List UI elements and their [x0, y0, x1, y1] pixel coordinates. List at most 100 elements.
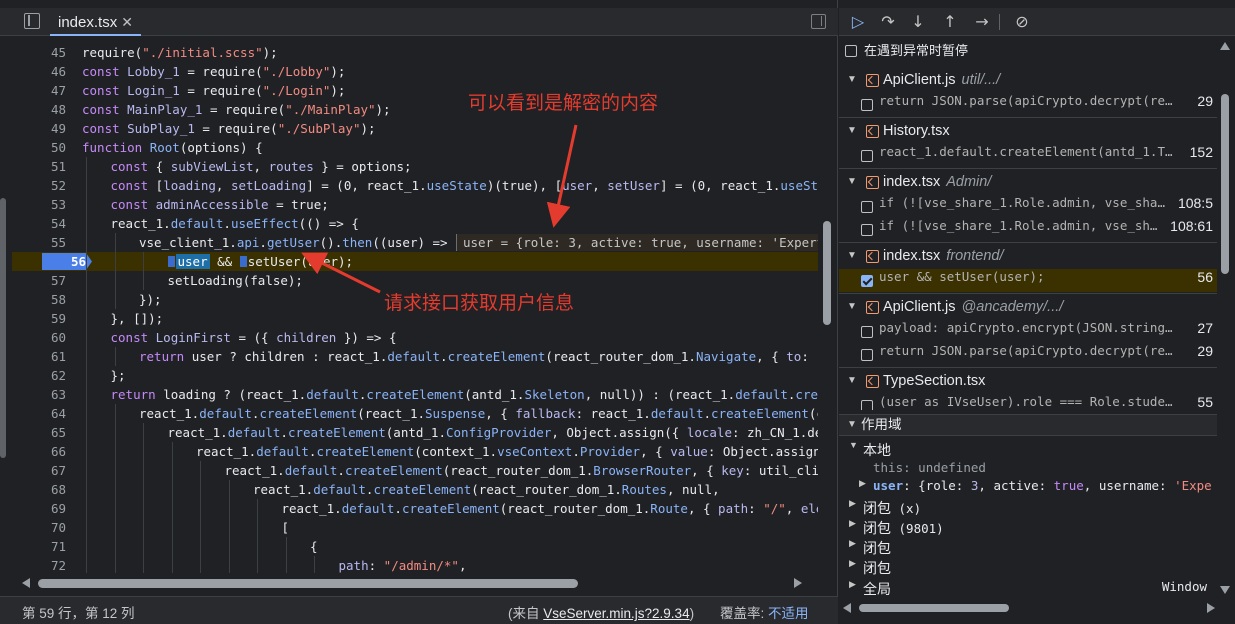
source-file-icon: [866, 74, 879, 87]
scope-section-header[interactable]: ▼ 作用域: [839, 414, 1217, 436]
source-file-icon: [866, 125, 879, 138]
breakpoint-item[interactable]: if (![vse_share_1.Role.admin, vse_sh… 108…: [839, 218, 1217, 241]
scroll-left-icon[interactable]: [843, 603, 851, 613]
breakpoint-line: 152: [1189, 144, 1213, 160]
debugger-vertical-scrollbar[interactable]: [1219, 40, 1231, 600]
scope-closure[interactable]: ▶ 闭包 (9801): [839, 518, 1217, 538]
scope-horizontal-scrollbar[interactable]: [843, 601, 1215, 615]
scope-closure[interactable]: ▶ 闭包: [839, 558, 1217, 578]
scope-global[interactable]: ▶ 全局 Window: [839, 579, 1217, 599]
closure-name: 闭包: [863, 540, 891, 556]
pause-on-exceptions[interactable]: 在遇到异常时暂停: [845, 42, 968, 60]
scope-closure[interactable]: ▶ 闭包 (x): [839, 498, 1217, 518]
var-name: this: [873, 460, 904, 475]
breakpoint-group[interactable]: ▼ TypeSection.tsx: [839, 369, 1217, 393]
scope-var-this[interactable]: this: undefined: [839, 460, 1217, 480]
deactivate-breakpoints-icon[interactable]: ⊘: [1011, 11, 1033, 33]
toolbar-separator: [999, 14, 1000, 30]
closure-detail: (x): [891, 501, 922, 516]
chevron-down-icon: ▼: [847, 419, 857, 430]
breakpoint-file-name: ApiClient.js util/.../: [883, 68, 1000, 92]
scope-local[interactable]: ▼ 本地: [839, 440, 1217, 460]
breakpoint-item[interactable]: payload: apiCrypto.encrypt(JSON.stringif…: [839, 320, 1217, 343]
breakpoint-checkbox[interactable]: [861, 150, 873, 162]
file-name: ApiClient.js: [883, 299, 956, 315]
var-name: user: [873, 478, 904, 493]
breakpoint-checkbox[interactable]: [861, 326, 873, 338]
pause-on-exceptions-label: 在遇到异常时暂停: [864, 43, 969, 58]
source-file-icon: [866, 375, 879, 388]
step-icon[interactable]: →: [971, 11, 993, 33]
var-value-active: true: [1053, 478, 1084, 493]
breakpoint-group[interactable]: ▼ ApiClient.js util/.../: [839, 68, 1217, 92]
breakpoint-item[interactable]: if (![vse_share_1.Role.admin, vse_sha… 10…: [839, 195, 1217, 218]
closure-label: 闭包 (9801): [863, 518, 944, 538]
breakpoint-item[interactable]: return JSON.parse(apiCrypto.decrypt(resp…: [839, 343, 1217, 366]
scrollbar-thumb[interactable]: [859, 604, 1009, 612]
chevron-down-icon: ▼: [847, 176, 857, 187]
scope-closure[interactable]: ▶ 闭包: [839, 538, 1217, 558]
breakpoint-code: user && setUser(user);: [879, 269, 1045, 284]
debugger-toolbar: ▷ ↷ ↓ ↑ → ⊘: [839, 8, 1235, 36]
breakpoint-checkbox[interactable]: [861, 349, 873, 361]
scroll-right-icon[interactable]: [1207, 603, 1215, 613]
breakpoint-group[interactable]: ▼ index.tsx frontend/: [839, 244, 1217, 268]
scroll-down-icon[interactable]: [1220, 586, 1230, 594]
breakpoint-checkbox[interactable]: [861, 99, 873, 111]
breakpoint-line: 108:5: [1177, 195, 1213, 211]
var-value-username: 'Expert_b: [1174, 478, 1213, 493]
breakpoint-code: react_1.default.createElement(antd_1.Ta…: [879, 144, 1173, 159]
breakpoint-checkbox[interactable]: [861, 275, 873, 287]
source-editor-pane: index.tsx ✕ 45 require("./initial.scss"); 4…: [0, 0, 838, 624]
step-out-icon[interactable]: ↑: [939, 11, 961, 33]
breakpoint-line: 55: [1197, 394, 1213, 410]
debugger-sidebar: ▷ ↷ ↓ ↑ → ⊘ 在遇到异常时暂停 ▼ ApiClient.js util/.../ re…: [839, 0, 1235, 624]
breakpoint-item[interactable]: react_1.default.createElement(antd_1.Ta……: [839, 144, 1217, 167]
var-value-part: {role:: [918, 478, 971, 493]
breakpoint-file-name: index.tsx Admin/: [883, 170, 991, 194]
breakpoint-line: 29: [1197, 343, 1213, 359]
user-entry: user: {role: 3, active: true, username: …: [873, 478, 1213, 493]
breakpoint-code: if (![vse_share_1.Role.admin, vse_sha…: [879, 195, 1165, 210]
scope-local-label: 本地: [863, 442, 891, 458]
breakpoint-line: 29: [1197, 93, 1213, 109]
chevron-right-icon: ▶: [849, 579, 856, 589]
breakpoint-line: 108:61: [1170, 218, 1213, 234]
chevron-right-icon: ▶: [849, 498, 856, 508]
breakpoint-checkbox[interactable]: [861, 201, 873, 213]
file-path: Admin/: [946, 174, 992, 190]
file-name: History.tsx: [883, 123, 950, 139]
file-path: util/.../: [961, 72, 1001, 88]
breakpoint-group[interactable]: ▼ index.tsx Admin/: [839, 170, 1217, 194]
scrollbar-thumb[interactable]: [1221, 94, 1229, 274]
pause-on-exceptions-checkbox[interactable]: [845, 45, 857, 57]
chevron-down-icon: ▼: [847, 375, 857, 386]
chevron-right-icon: ▶: [859, 478, 866, 488]
breakpoint-code: return JSON.parse(apiCrypto.decrypt(resp…: [879, 343, 1173, 358]
breakpoint-item[interactable]: return JSON.parse(apiCrypto.decrypt(resp…: [839, 93, 1217, 116]
step-into-icon[interactable]: ↓: [907, 11, 929, 33]
closure-label: 闭包 (x): [863, 498, 921, 518]
breakpoint-item[interactable]: user && setUser(user); 56: [839, 269, 1217, 292]
scroll-up-icon[interactable]: [1220, 42, 1230, 50]
closure-detail: (9801): [891, 521, 944, 536]
scope-var-user[interactable]: ▶ user: {role: 3, active: true, username…: [839, 478, 1217, 498]
source-file-icon: [866, 301, 879, 314]
step-over-icon[interactable]: ↷: [877, 11, 899, 33]
breakpoint-group[interactable]: ▼ ApiClient.js @ancademy/.../: [839, 295, 1217, 319]
resume-icon[interactable]: ▷: [847, 11, 869, 33]
breakpoint-checkbox[interactable]: [861, 224, 873, 236]
file-path: frontend/: [946, 248, 1004, 264]
var-value-part: , username:: [1083, 478, 1175, 493]
breakpoint-group[interactable]: ▼ History.tsx: [839, 119, 1217, 143]
breakpoint-code: return JSON.parse(apiCrypto.decrypt(resp…: [879, 93, 1173, 108]
breakpoint-item[interactable]: (user as IVseUser).role === Role.student…: [839, 394, 1217, 410]
breakpoint-checkbox[interactable]: [861, 400, 873, 410]
colon: :: [903, 460, 919, 475]
scope-title: 作用域: [861, 417, 902, 432]
source-file-icon: [866, 250, 879, 263]
group-divider: [839, 293, 1217, 294]
chevron-down-icon: ▼: [847, 301, 857, 312]
var-value: undefined: [918, 460, 986, 475]
breakpoint-file-name: ApiClient.js @ancademy/.../: [883, 295, 1063, 319]
